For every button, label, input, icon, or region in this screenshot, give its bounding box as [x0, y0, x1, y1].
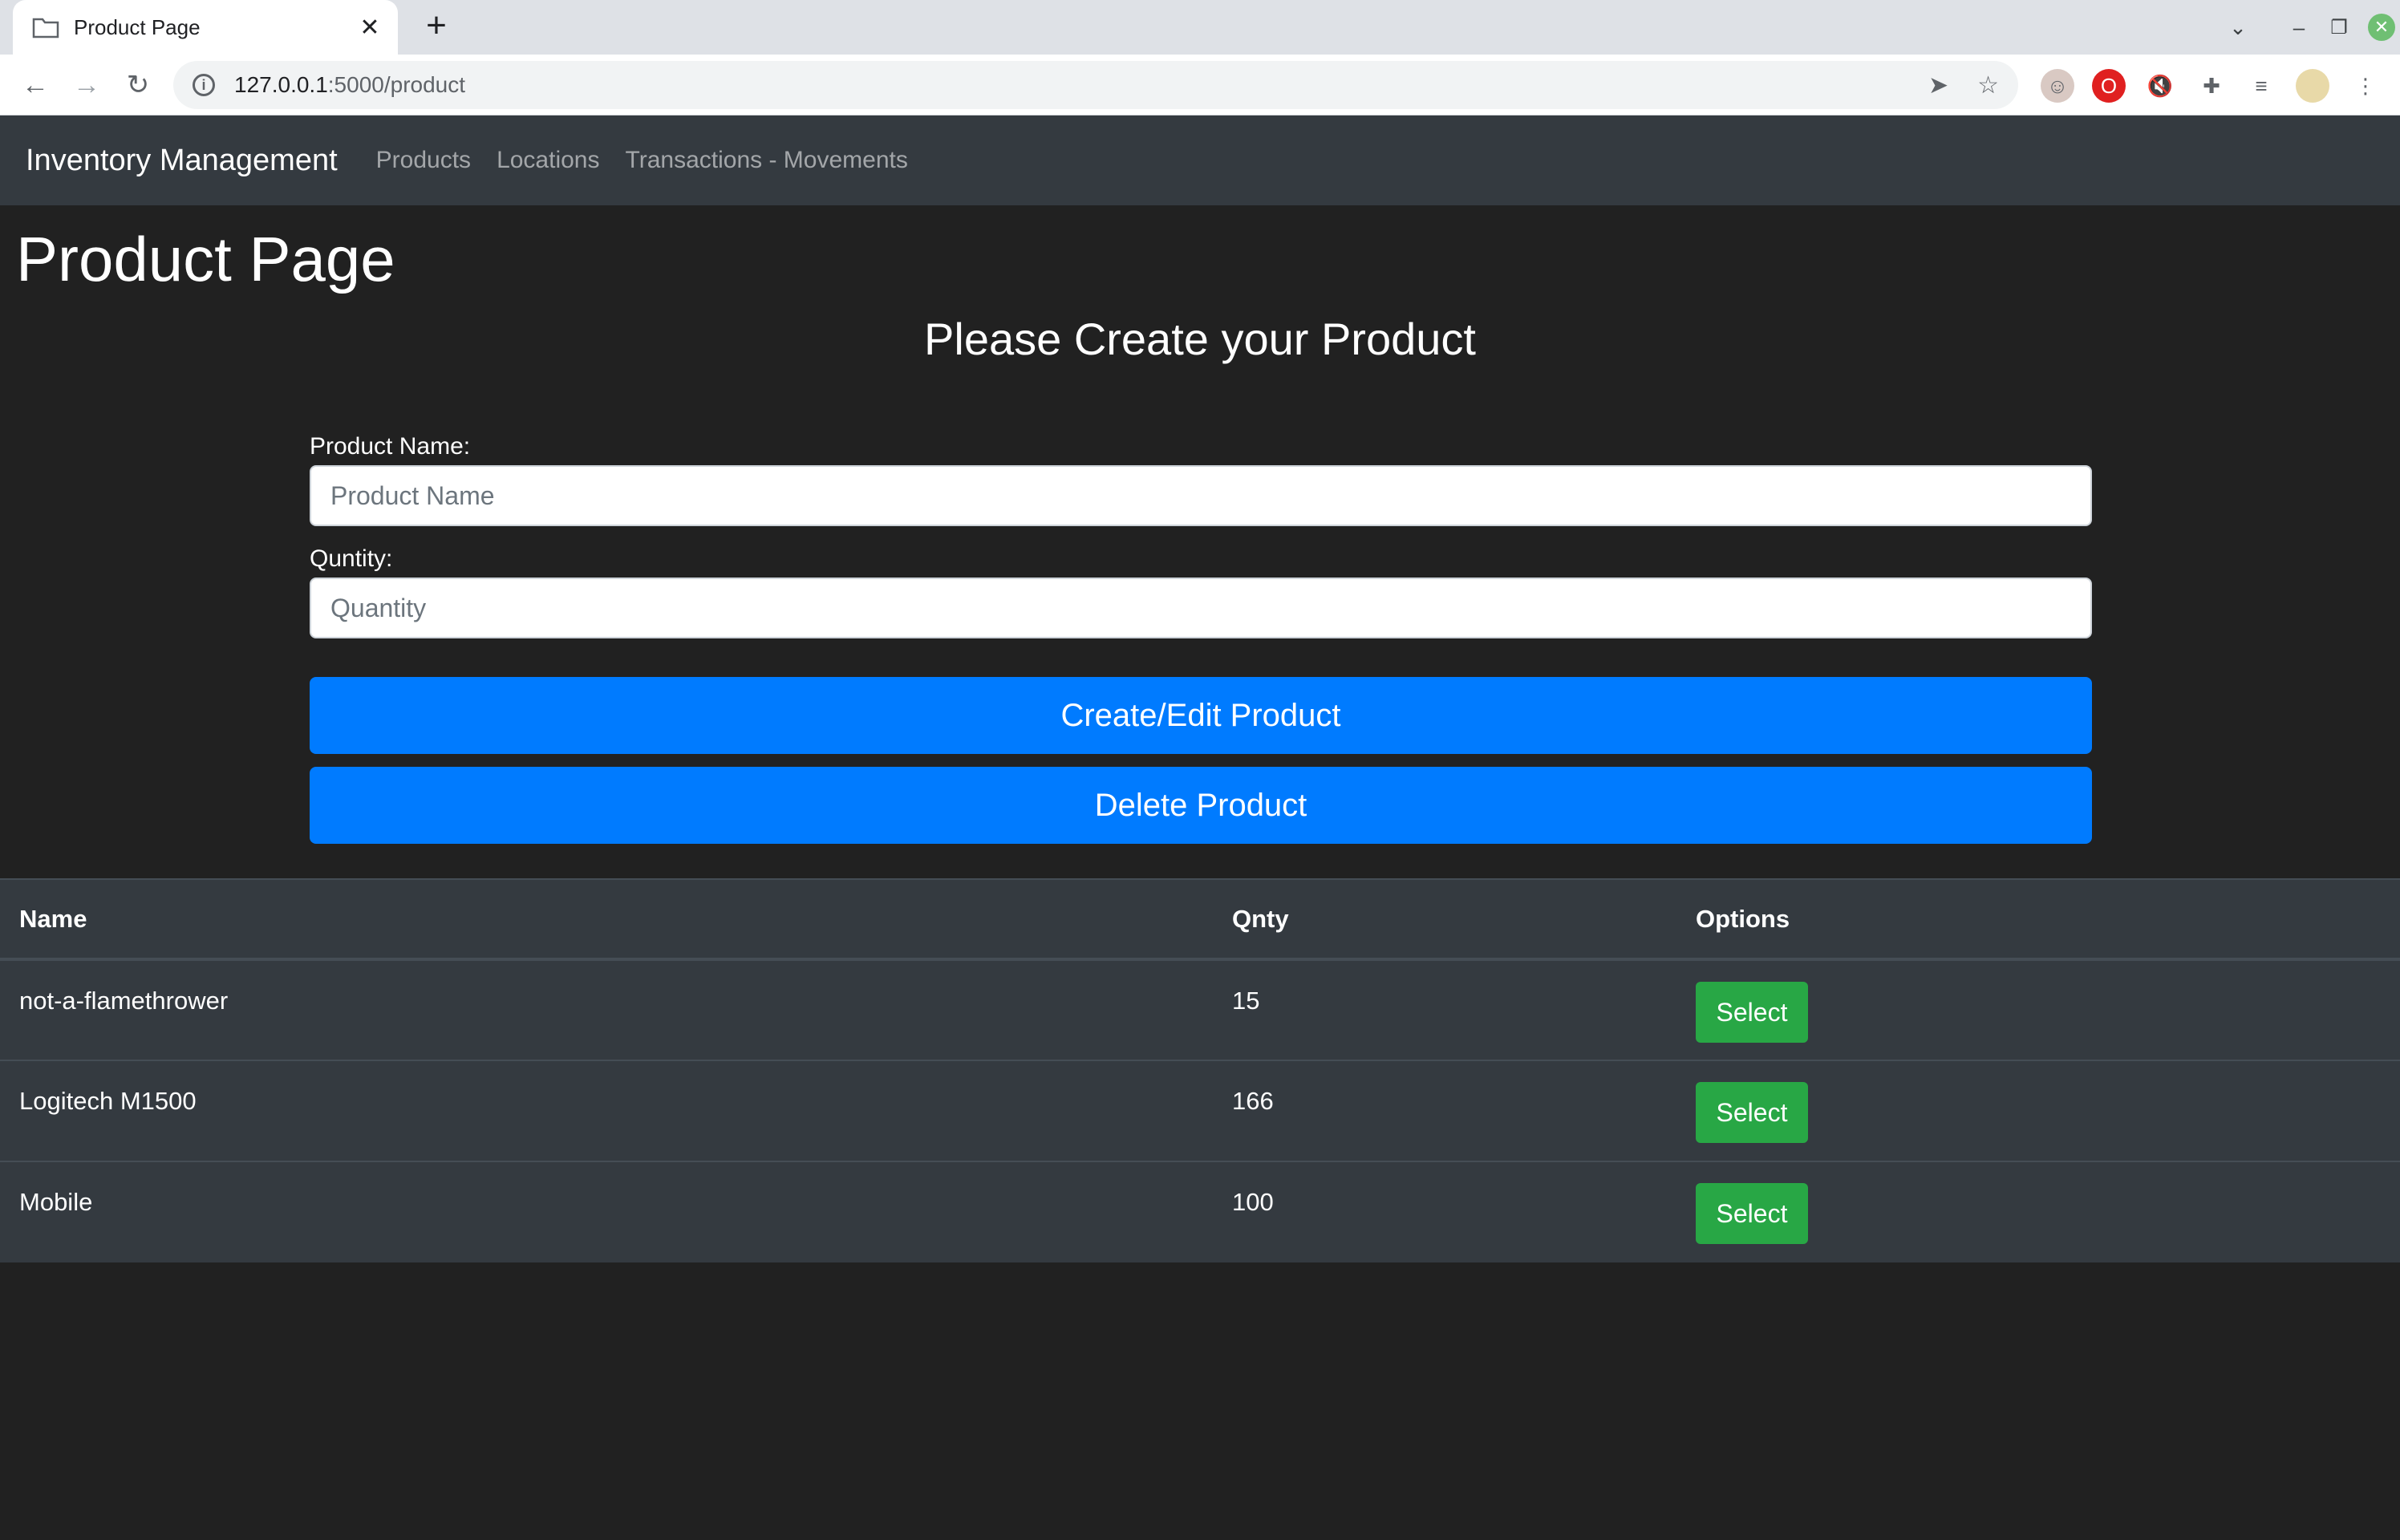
extension-avatar-icon[interactable]: ☺ [2041, 69, 2074, 103]
url-path: :5000/product [327, 72, 466, 97]
quantity-input[interactable] [310, 578, 2092, 638]
minimize-icon[interactable]: – [2275, 15, 2323, 40]
url-host: 127.0.0.1 [234, 72, 328, 97]
column-header-options: Options [1676, 878, 2400, 961]
opera-extension-icon[interactable]: O [2092, 69, 2126, 103]
page-title: Product Page [16, 224, 395, 294]
select-button[interactable]: Select [1696, 1183, 1808, 1244]
options-cell: Select [1676, 958, 2400, 1060]
table-header-row: Name Qnty Options [0, 878, 2400, 961]
forward-icon[interactable]: → [67, 66, 106, 104]
options-cell: Select [1676, 1161, 2400, 1262]
close-window-icon[interactable]: ✕ [2368, 14, 2395, 41]
options-cell: Select [1676, 1060, 2400, 1161]
products-table: Name Qnty Options not-a-flamethrower 15 … [0, 878, 2400, 1262]
select-button[interactable]: Select [1696, 1082, 1808, 1143]
product-name-input[interactable] [310, 465, 2092, 526]
table-row: Mobile 100 Select [0, 1161, 2400, 1262]
product-name-label: Product Name: [310, 433, 471, 460]
product-name-cell: not-a-flamethrower [0, 958, 1213, 1060]
form-heading: Please Create your Product [924, 314, 1476, 364]
column-header-qnty: Qnty [1213, 878, 1676, 961]
site-info-icon[interactable]: i [193, 74, 215, 96]
product-qty-cell: 15 [1213, 958, 1676, 1060]
close-tab-icon[interactable]: ✕ [358, 14, 382, 42]
product-name-cell: Mobile [0, 1161, 1213, 1262]
bookmark-star-icon[interactable]: ☆ [1977, 71, 1999, 99]
nav-link-products[interactable]: Products [376, 147, 471, 174]
profile-avatar[interactable] [2296, 69, 2329, 103]
media-queue-icon[interactable]: ≡ [2244, 69, 2278, 103]
nav-link-transactions[interactable]: Transactions - Movements [626, 147, 908, 174]
new-tab-button[interactable]: + [417, 8, 456, 47]
menu-kebab-icon[interactable]: ⋮ [2349, 69, 2382, 103]
table-row: not-a-flamethrower 15 Select [0, 958, 2400, 1060]
quantity-label: Quntity: [310, 545, 393, 572]
reload-icon[interactable]: ↻ [119, 66, 157, 104]
folder-icon [32, 18, 59, 38]
column-header-name: Name [0, 878, 1213, 961]
product-qty-cell: 100 [1213, 1161, 1676, 1262]
tab-title: Product Page [74, 14, 201, 39]
product-name-cell: Logitech M1500 [0, 1060, 1213, 1161]
window-controls: ⌄ – ❐ ✕ [2222, 0, 2395, 55]
delete-product-button[interactable]: Delete Product [310, 767, 2092, 844]
browser-tab[interactable]: Product Page ✕ [13, 0, 398, 55]
app-navbar: Inventory Management Products Locations … [0, 116, 2400, 205]
mute-icon[interactable]: 🔇 [2143, 69, 2177, 103]
table-row: Logitech M1500 166 Select [0, 1060, 2400, 1161]
tab-search-icon[interactable]: ⌄ [2222, 15, 2254, 40]
product-form: Product Name: Quntity: Create/Edit Produ… [310, 433, 2092, 844]
restore-icon[interactable]: ❐ [2323, 16, 2355, 39]
product-qty-cell: 166 [1213, 1060, 1676, 1161]
address-bar[interactable]: i 127.0.0.1 :5000/product ➤ ☆ [173, 61, 2018, 109]
send-icon[interactable]: ➤ [1928, 71, 1948, 99]
create-edit-product-button[interactable]: Create/Edit Product [310, 677, 2092, 754]
select-button[interactable]: Select [1696, 982, 1808, 1043]
browser-tab-strip: Product Page ✕ + ⌄ – ❐ ✕ [0, 0, 2400, 55]
extensions-puzzle-icon[interactable]: ✚ [2195, 69, 2228, 103]
navbar-brand[interactable]: Inventory Management [26, 144, 338, 178]
nav-link-locations[interactable]: Locations [497, 147, 599, 174]
back-icon[interactable]: ← [16, 66, 55, 104]
